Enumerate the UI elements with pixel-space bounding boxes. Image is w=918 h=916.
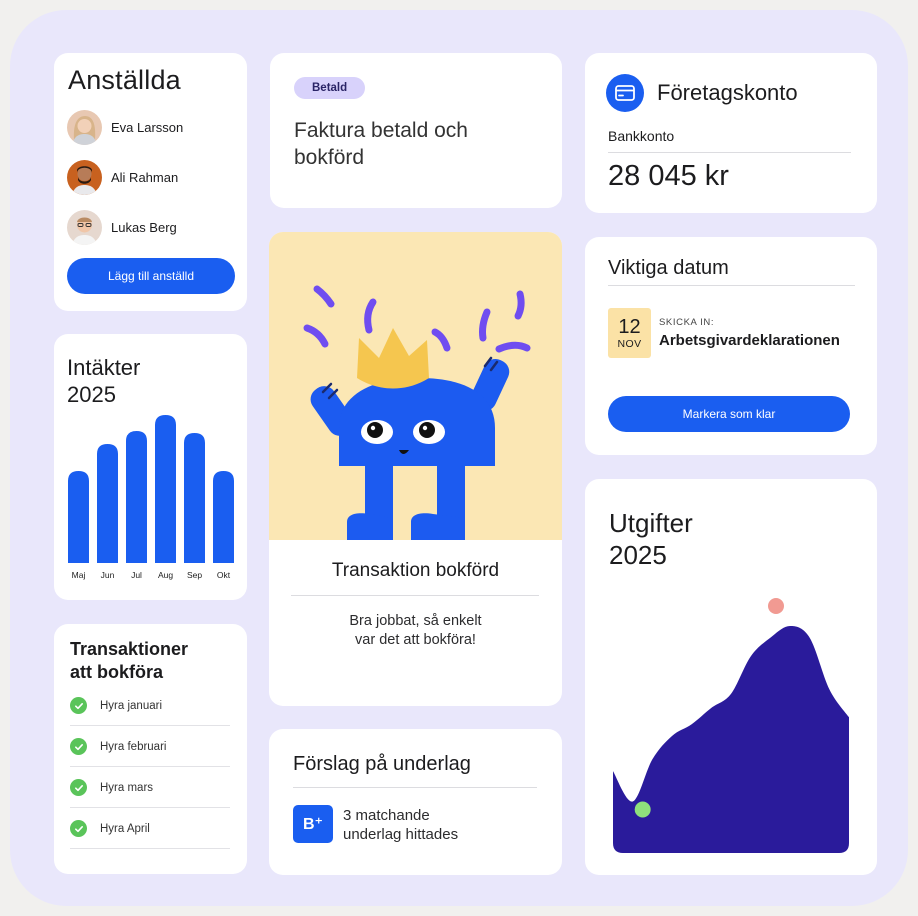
- employees-card: Anställda Eva Larsson Ali Rahman Lukas B…: [54, 53, 247, 311]
- paid-badge: Betald: [294, 77, 366, 99]
- transaction-booked-message: Bra jobbat, så enkelt var det att bokför…: [349, 613, 482, 648]
- income-tick-label: Maj: [72, 570, 86, 580]
- divider: [608, 285, 855, 286]
- account-balance: 28 045 kr: [608, 160, 729, 192]
- employee-row[interactable]: Eva Larsson: [67, 109, 183, 145]
- employee-name: Ali Rahman: [111, 169, 179, 185]
- high-point-marker: [768, 598, 784, 615]
- suggestions-title: Förslag på underlag: [293, 753, 471, 775]
- add-employee-button[interactable]: Lägg till anställd: [67, 258, 235, 294]
- list-item[interactable]: Hyra mars: [70, 768, 230, 808]
- income-tick-label: Okt: [217, 570, 231, 580]
- bank-account-label: Bankkonto: [608, 128, 675, 144]
- invoice-card: Betald Faktura betald och bokförd: [270, 53, 562, 208]
- card-icon: [606, 74, 644, 112]
- employee-name: Lukas Berg: [111, 219, 177, 235]
- expenses-card: Utgifter 2025: [585, 479, 877, 875]
- divider: [291, 595, 539, 596]
- important-dates-title: Viktiga datum: [608, 257, 729, 279]
- avatar: [67, 109, 102, 145]
- mascot-illustration: [269, 232, 562, 540]
- expenses-area: [613, 626, 849, 853]
- income-card: Intäkter 2025 Maj Jun Jul Aug Sep Okt: [54, 334, 247, 600]
- income-chart: Maj Jun Jul Aug Sep Okt: [68, 415, 234, 580]
- calendar-date-tile: 12 NOV: [608, 308, 651, 358]
- transactions-title: Transaktioner att bokföra: [70, 639, 189, 682]
- income-tick-label: Aug: [158, 570, 173, 580]
- avatar: [67, 159, 102, 195]
- transactions-card: Transaktioner att bokföra Hyra januari Hy…: [54, 624, 247, 874]
- income-bar: [97, 444, 118, 563]
- income-bar: [213, 471, 234, 563]
- list-item[interactable]: Hyra februari: [70, 727, 230, 767]
- transaction-label: Hyra mars: [100, 781, 154, 794]
- income-tick-label: Jun: [101, 570, 115, 580]
- checkmark-icon: [70, 738, 87, 755]
- transaction-label: Hyra April: [100, 822, 150, 835]
- transaction-label: Hyra februari: [100, 740, 167, 753]
- employee-name: Eva Larsson: [111, 119, 184, 135]
- company-account-title: Företagskonto: [657, 80, 798, 105]
- low-point-marker: [634, 801, 651, 818]
- invoice-status-text: Faktura betald och bokförd: [294, 119, 468, 169]
- employee-row[interactable]: Ali Rahman: [67, 159, 178, 195]
- transaction-label: Hyra januari: [100, 699, 162, 712]
- suggestions-text[interactable]: 3 matchande underlag hittades: [343, 806, 458, 844]
- divider: [293, 787, 537, 788]
- transaction-booked-title: Transaktion bokförd: [331, 560, 500, 581]
- income-bar: [184, 433, 205, 563]
- income-bar: [126, 431, 147, 563]
- list-item[interactable]: Hyra januari: [70, 686, 230, 726]
- deadline-caption: SKICKA IN:: [659, 317, 715, 328]
- employee-row[interactable]: Lukas Berg: [67, 209, 177, 245]
- important-dates-card: Viktiga datum 12 NOV SKICKA IN: Arbetsgi…: [585, 237, 877, 455]
- income-bar: [155, 415, 176, 563]
- checkmark-icon: [70, 820, 87, 837]
- company-account-card: Företagskonto Bankkonto 28 045 kr: [585, 53, 877, 213]
- mark-done-button[interactable]: Markera som klar: [608, 396, 850, 432]
- divider: [608, 152, 851, 153]
- checkmark-icon: [70, 697, 87, 714]
- date-day: 12: [618, 315, 641, 338]
- employees-title: Anställda: [68, 65, 181, 95]
- transaction-booked-card: Transaktion bokförd Bra jobbat, så enkel…: [269, 232, 562, 706]
- date-month: NOV: [617, 337, 642, 350]
- expenses-chart: [613, 598, 849, 853]
- avatar: [67, 209, 102, 245]
- deadline-name: Arbetsgivardeklarationen: [659, 332, 840, 349]
- income-tick-label: Jul: [131, 570, 142, 580]
- list-item[interactable]: Hyra April: [70, 809, 230, 849]
- checkmark-icon: [70, 779, 87, 796]
- income-bar: [68, 471, 89, 563]
- document-app-icon: B⁺: [293, 805, 333, 843]
- suggestions-card: Förslag på underlag B⁺ 3 matchande under…: [269, 729, 562, 875]
- income-tick-label: Sep: [187, 570, 202, 580]
